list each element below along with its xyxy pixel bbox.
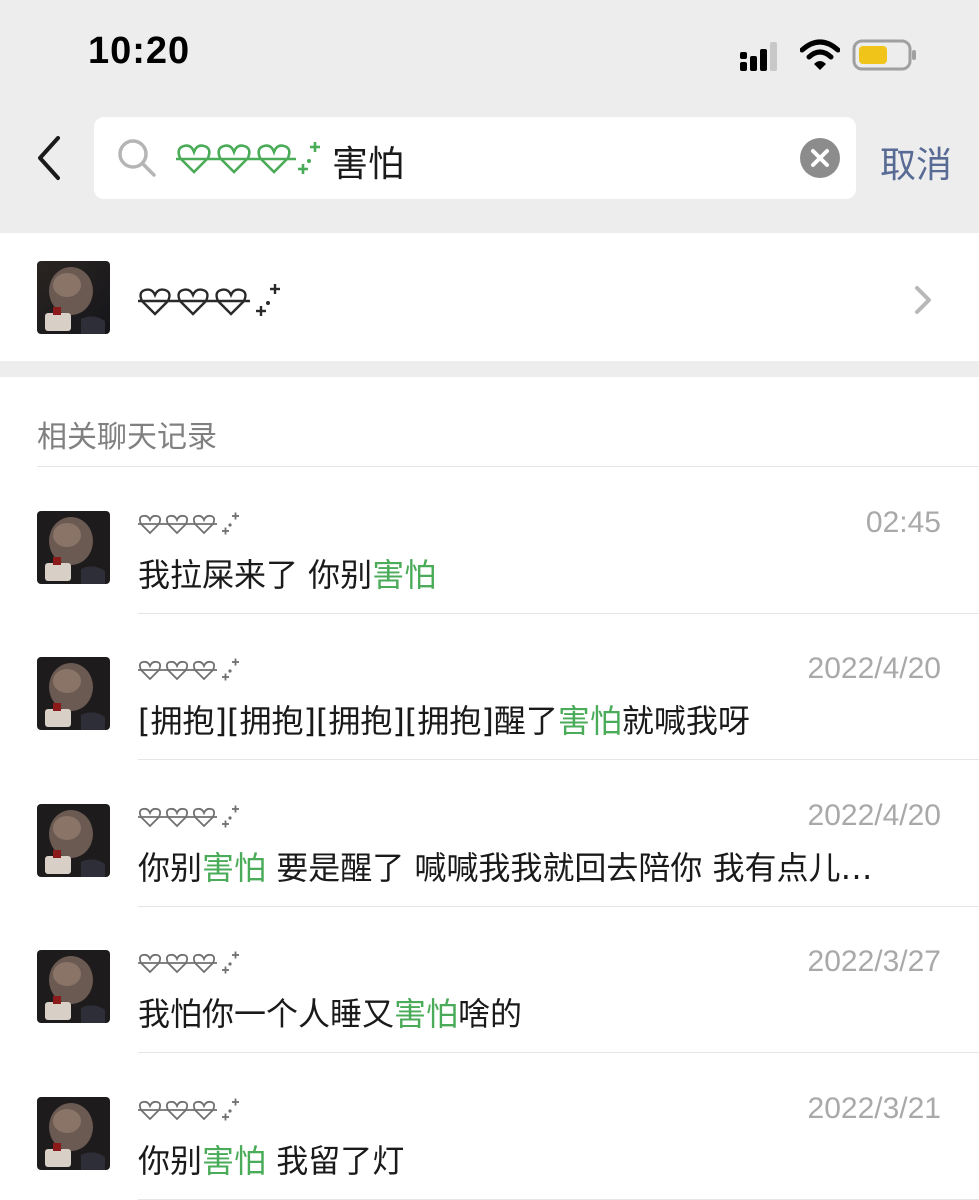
divider — [37, 466, 979, 467]
snippet-highlight: 害怕 — [394, 995, 459, 1034]
clear-search-button[interactable] — [800, 138, 840, 178]
record-date: 2022/4/20 — [807, 798, 941, 832]
divider — [138, 1198, 979, 1200]
snippet-text: 我留了灯 — [266, 1141, 405, 1180]
strikethrough-hearts-sparkle-icon — [176, 142, 320, 174]
back-button[interactable] — [28, 132, 72, 184]
snippet-text: 就喊我呀 — [621, 702, 750, 741]
message-snippet: 我怕你一个人睡又害怕啥的 — [138, 989, 944, 1035]
snippet-highlight: 害怕 — [202, 1141, 267, 1180]
snippet-text: [拥抱][拥抱][拥抱][拥抱]醒了 — [138, 702, 558, 741]
snippet-text: 我怕你一个人睡又 — [138, 995, 395, 1034]
record-date: 2022/3/21 — [807, 1091, 941, 1125]
battery-icon — [852, 39, 916, 71]
snippet-highlight: 害怕 — [202, 848, 267, 887]
snippet-text: 你别 — [138, 1141, 203, 1180]
snippet-highlight: 害怕 — [557, 702, 622, 741]
snippet-text: 要是醒了 喊喊我我就回去陪你 我有点儿… — [266, 848, 873, 887]
avatar — [37, 261, 110, 334]
snippet-text: 啥的 — [458, 995, 523, 1034]
chat-record-row[interactable]: 2022/3/27 我怕你一个人睡又害怕啥的 — [0, 907, 979, 1054]
message-snippet: 你别害怕 要是醒了 喊喊我我就回去陪你 我有点儿… — [138, 843, 944, 889]
sender-name-hearts-icon — [138, 512, 239, 535]
chat-record-row[interactable]: 2022/4/20 [拥抱][拥抱][拥抱][拥抱]醒了害怕就喊我呀 — [0, 614, 979, 761]
cancel-button[interactable]: 取消 — [880, 136, 952, 188]
record-date: 02:45 — [865, 506, 941, 539]
status-bar: 10:20 — [0, 0, 979, 110]
avatar — [37, 950, 110, 1024]
avatar — [37, 1096, 110, 1170]
snippet-text: 你别 — [138, 848, 203, 887]
snippet-text: 我拉屎来了 你别 — [138, 556, 373, 594]
chat-record-row[interactable]: 2022/3/21 你别害怕 我留了灯 — [0, 1054, 979, 1200]
avatar — [37, 803, 110, 877]
snippet-highlight: 害怕 — [372, 556, 437, 594]
sender-name-hearts-icon — [138, 658, 239, 681]
record-date: 2022/4/20 — [807, 652, 941, 686]
status-time: 10:20 — [88, 30, 191, 72]
section-gap — [0, 361, 979, 377]
close-icon — [811, 149, 829, 167]
search-query-text: 害怕 — [332, 144, 405, 185]
avatar — [37, 657, 110, 731]
avatar — [37, 511, 110, 584]
sender-name-hearts-icon — [138, 1098, 239, 1121]
contact-result-row[interactable] — [0, 233, 979, 361]
chat-record-row[interactable]: 2022/4/20 你别害怕 要是醒了 喊喊我我就回去陪你 我有点儿… — [0, 761, 979, 907]
message-snippet: [拥抱][拥抱][拥抱][拥抱]醒了害怕就喊我呀 — [138, 696, 944, 742]
section-title: 相关聊天记录 — [37, 420, 217, 455]
record-date: 2022/3/27 — [807, 945, 941, 979]
sender-name-hearts-icon — [138, 805, 239, 828]
wifi-icon — [800, 39, 840, 70]
search-input[interactable]: 害怕 — [94, 117, 856, 199]
message-snippet: 你别害怕 我留了灯 — [138, 1136, 944, 1182]
cellular-signal-icon — [740, 42, 777, 71]
sender-name-hearts-icon — [138, 951, 239, 974]
search-icon — [118, 139, 156, 177]
contact-name-hearts-icon — [138, 284, 280, 316]
chevron-right-icon — [915, 286, 931, 314]
message-snippet: 我拉屎来了 你别害怕 — [138, 550, 944, 596]
chat-record-row[interactable]: 02:45 我拉屎来了 你别害怕 — [0, 468, 979, 614]
